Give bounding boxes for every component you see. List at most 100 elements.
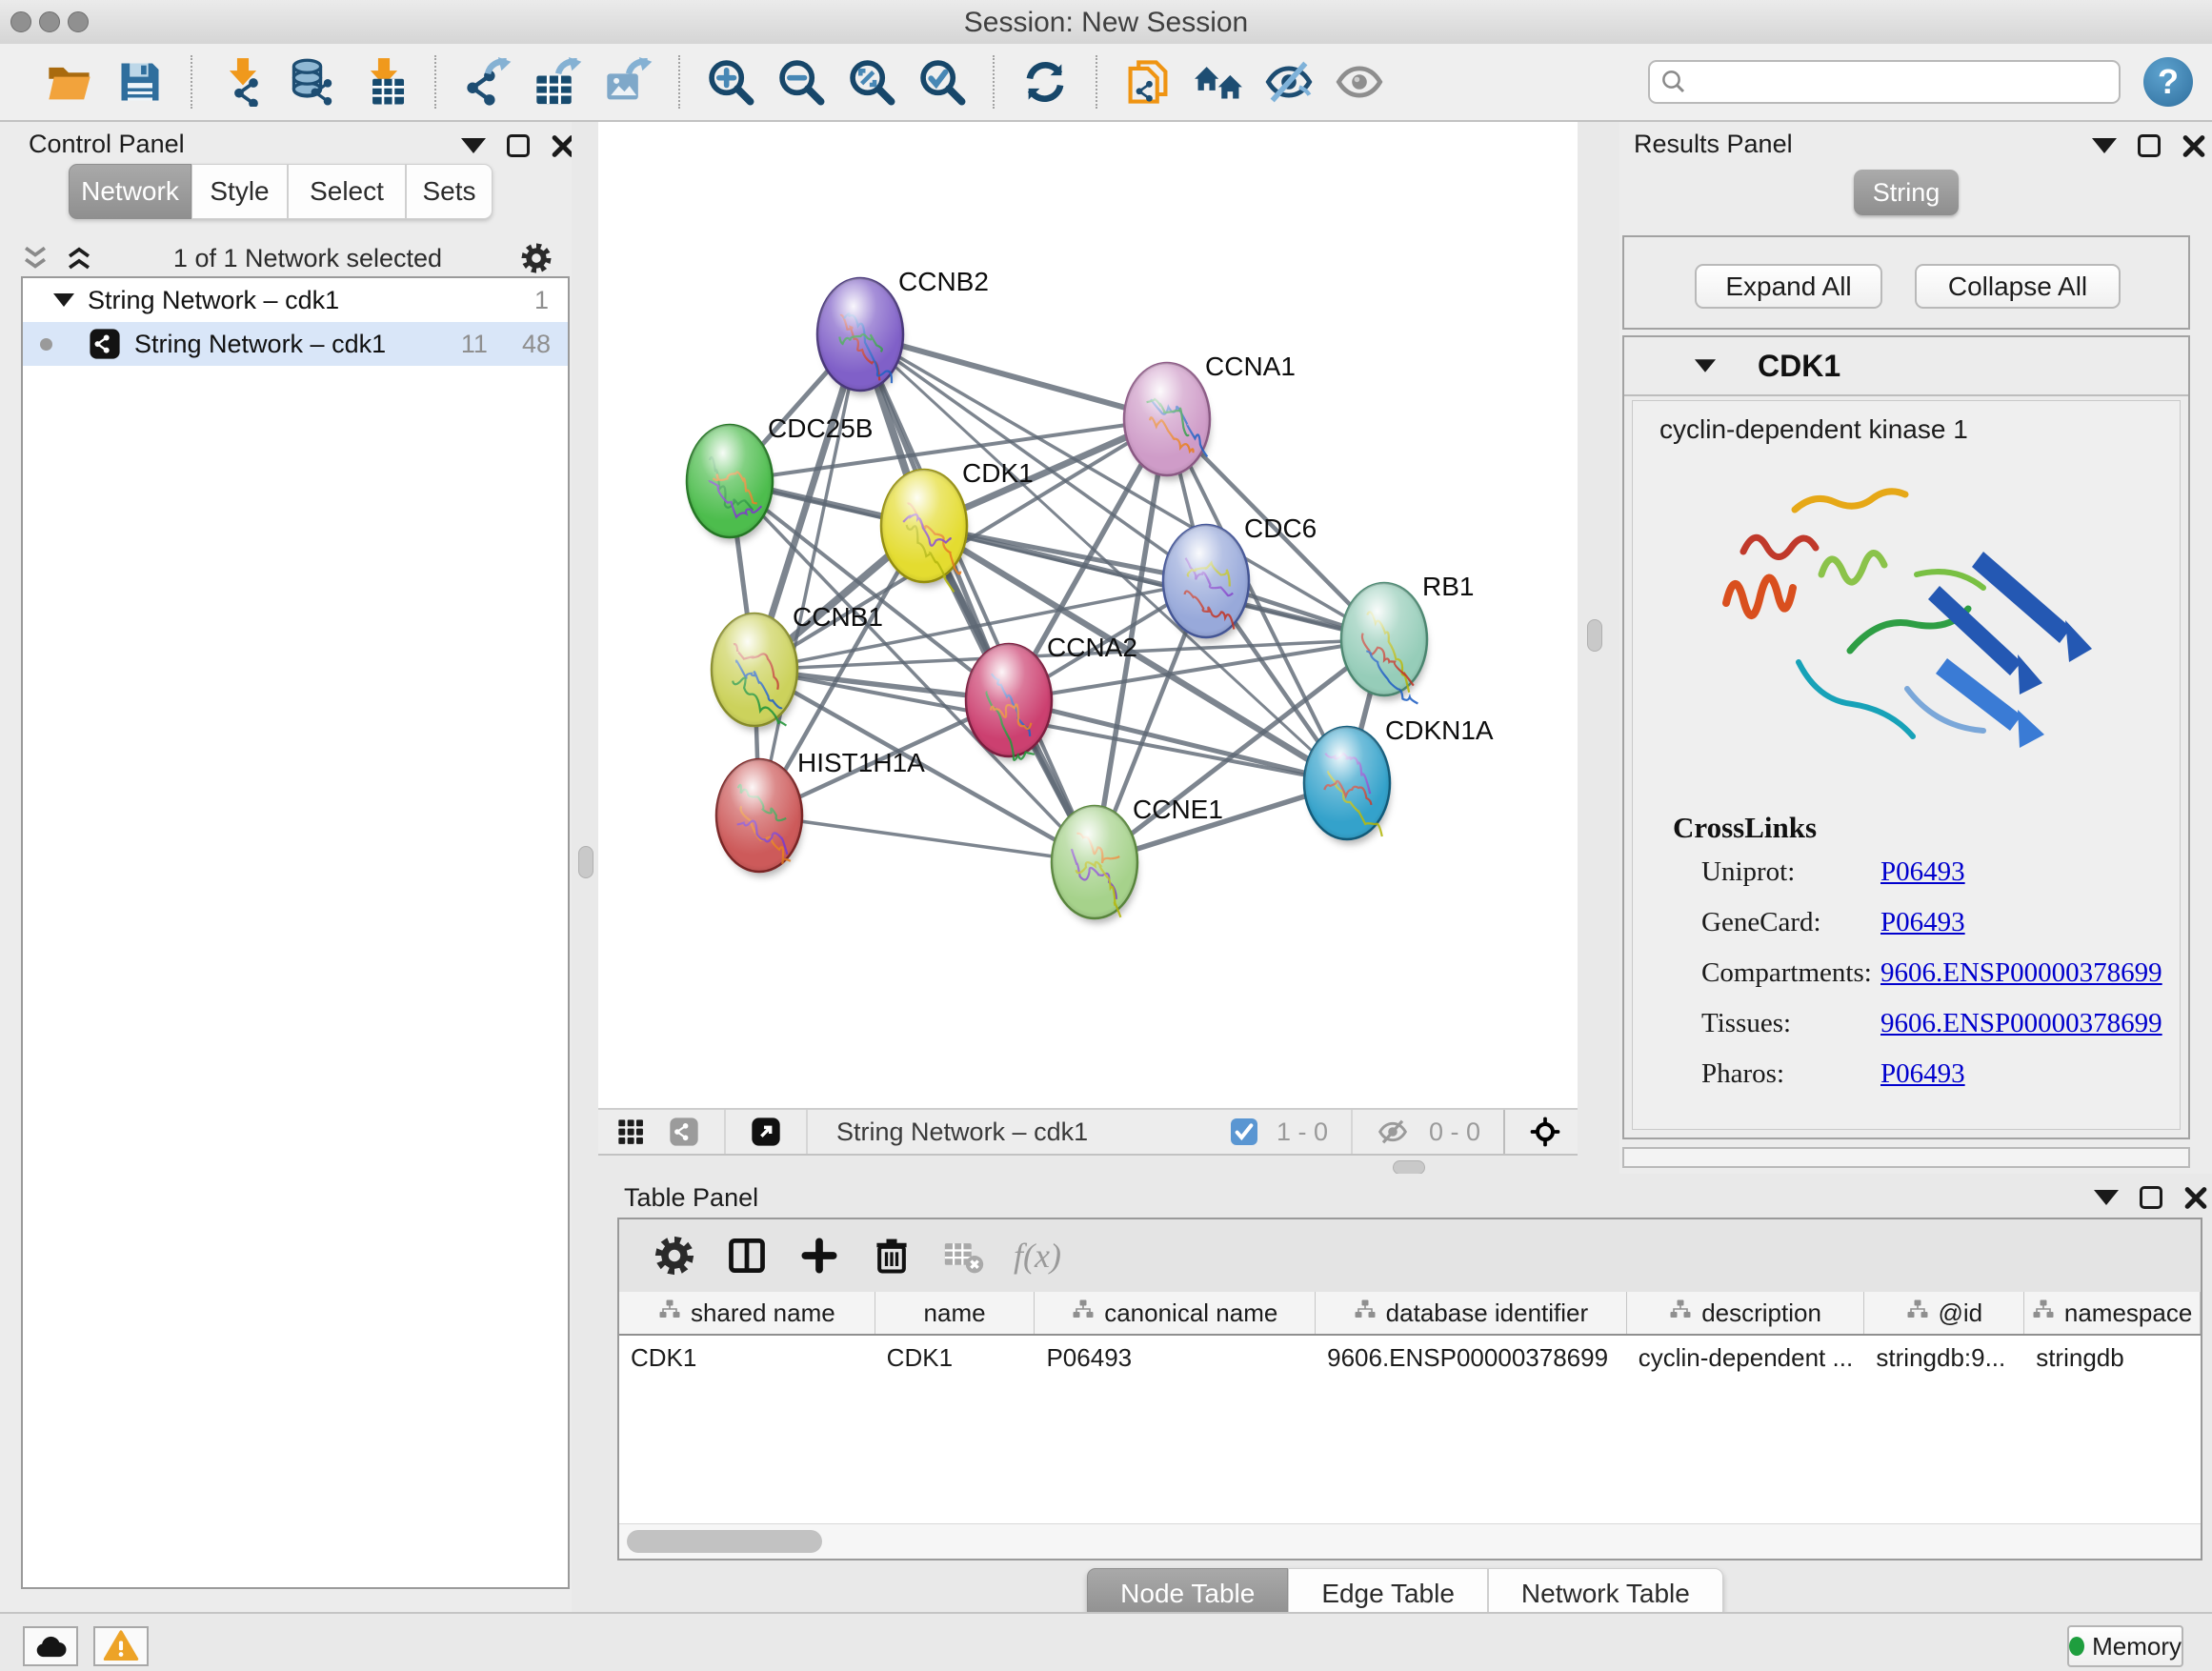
network-view-icon[interactable]	[665, 1113, 703, 1151]
export-table-icon[interactable]	[532, 56, 583, 108]
table-options-gear-icon[interactable]	[650, 1231, 699, 1280]
table-cell[interactable]: CDK1	[875, 1336, 1036, 1379]
column-header-description[interactable]: description	[1627, 1292, 1865, 1334]
search-input[interactable]	[1696, 67, 2109, 98]
collapse-all-networks-icon[interactable]	[19, 242, 51, 274]
table-body[interactable]: CDK1CDK1P064939606.ENSP00000378699cyclin…	[619, 1336, 2201, 1379]
expand-all-button[interactable]: Expand All	[1695, 264, 1882, 309]
crosslink-label: GeneCard:	[1701, 907, 1880, 957]
open-session-icon[interactable]	[44, 56, 95, 108]
network-options-gear-icon[interactable]	[520, 242, 553, 274]
column-header-@id[interactable]: @id	[1864, 1292, 2024, 1334]
warnings-button[interactable]	[93, 1626, 149, 1666]
panel-close-icon[interactable]	[2182, 133, 2206, 158]
tab-string[interactable]: String	[1854, 170, 1959, 215]
crosslink-link[interactable]: P06493	[1880, 907, 1965, 957]
node-CCNB2[interactable]	[817, 278, 903, 395]
node-CDC25B[interactable]	[687, 425, 773, 542]
bottom-splitter-handle[interactable]	[1393, 1160, 1425, 1175]
network-status-dot-icon	[40, 338, 52, 351]
table-cell[interactable]: CDK1	[619, 1336, 875, 1379]
node-CDK1[interactable]	[881, 470, 967, 592]
grid-view-icon[interactable]	[612, 1113, 650, 1151]
import-database-icon[interactable]	[288, 56, 339, 108]
right-splitter-handle[interactable]	[1587, 619, 1602, 652]
table-cell[interactable]: cyclin-dependent ...	[1627, 1336, 1865, 1379]
table-cell[interactable]: stringdb:9...	[1864, 1336, 2024, 1379]
panel-collapse-icon[interactable]	[2094, 1190, 2119, 1205]
column-header-canonical-name[interactable]: canonical name	[1035, 1292, 1316, 1334]
import-table-icon[interactable]	[358, 56, 410, 108]
edge-CCNB2-HIST1H1A[interactable]	[759, 334, 860, 815]
column-header-namespace[interactable]: namespace	[2024, 1292, 2201, 1334]
selected-checkbox[interactable]	[1229, 1113, 1259, 1151]
left-splitter-handle[interactable]	[578, 846, 593, 878]
show-columns-icon[interactable]	[722, 1231, 772, 1280]
panel-float-icon[interactable]	[507, 134, 530, 157]
scrollbar-thumb[interactable]	[627, 1530, 822, 1553]
panel-float-icon[interactable]	[2140, 1186, 2162, 1209]
detach-view-button[interactable]	[747, 1113, 785, 1151]
node-table[interactable]: shared namenamecanonical namedatabase id…	[619, 1292, 2201, 1524]
hide-panels-icon[interactable]	[1263, 56, 1315, 108]
table-row[interactable]: CDK1CDK1P064939606.ENSP00000378699cyclin…	[619, 1336, 2201, 1379]
node-CCNE1[interactable]	[1052, 806, 1137, 923]
column-header-name[interactable]: name	[875, 1292, 1036, 1334]
tree-expander-icon[interactable]	[53, 293, 74, 307]
tab-network[interactable]: Network	[69, 164, 191, 219]
zoom-out-icon[interactable]	[775, 56, 827, 108]
zoom-fit-icon[interactable]	[846, 56, 897, 108]
home-layout-icon[interactable]	[1193, 56, 1244, 108]
memory-button[interactable]: Memory	[2067, 1625, 2183, 1667]
crosslink-link[interactable]: 9606.ENSP00000378699	[1880, 1008, 2162, 1058]
crosslink-link[interactable]: 9606.ENSP00000378699	[1880, 957, 2162, 1008]
column-header-shared-name[interactable]: shared name	[619, 1292, 875, 1334]
network-row[interactable]: String Network – cdk1 11 48	[23, 322, 568, 366]
edge-CCNB2-CCNE1[interactable]	[860, 334, 1095, 862]
panel-close-icon[interactable]	[2183, 1185, 2208, 1210]
panel-collapse-icon[interactable]	[461, 138, 486, 153]
node-RB1[interactable]	[1341, 583, 1427, 704]
save-session-icon[interactable]	[114, 56, 166, 108]
network-collection-row[interactable]: String Network – cdk1 1	[23, 278, 568, 322]
node-CDKN1A[interactable]	[1304, 727, 1390, 844]
table-horizontal-scrollbar[interactable]	[619, 1523, 2201, 1559]
table-cell[interactable]: 9606.ENSP00000378699	[1316, 1336, 1627, 1379]
column-header-database-identifier[interactable]: database identifier	[1316, 1292, 1627, 1334]
panel-float-icon[interactable]	[2138, 134, 2161, 157]
tab-sets[interactable]: Sets	[406, 164, 493, 219]
tab-select[interactable]: Select	[288, 164, 406, 219]
refresh-view-icon[interactable]	[1019, 56, 1071, 108]
entry-expander-icon[interactable]	[1695, 359, 1716, 372]
delete-column-icon[interactable]	[867, 1231, 916, 1280]
import-network-icon[interactable]	[217, 56, 269, 108]
zoom-in-icon[interactable]	[705, 56, 756, 108]
add-column-icon[interactable]	[794, 1231, 844, 1280]
search-box[interactable]	[1648, 60, 2121, 104]
edge-HIST1H1A-CCNE1[interactable]	[759, 815, 1095, 862]
export-network-icon[interactable]	[461, 56, 513, 108]
node-HIST1H1A[interactable]	[716, 759, 802, 876]
node-CCNB1[interactable]	[712, 614, 797, 731]
table-header-row[interactable]: shared namenamecanonical namedatabase id…	[619, 1292, 2201, 1336]
expand-all-networks-icon[interactable]	[63, 242, 95, 274]
show-panels-icon[interactable]	[1334, 56, 1385, 108]
clone-network-icon[interactable]	[1122, 56, 1174, 108]
help-button[interactable]: ?	[2143, 57, 2193, 107]
collapse-all-button[interactable]: Collapse All	[1915, 264, 2121, 309]
panel-collapse-icon[interactable]	[2092, 138, 2117, 153]
table-cell[interactable]: P06493	[1035, 1336, 1316, 1379]
results-scroll-strip[interactable]	[1622, 1147, 2190, 1168]
crosslink-link[interactable]: P06493	[1880, 1058, 1965, 1109]
fit-selection-crosshair-icon[interactable]	[1526, 1113, 1564, 1151]
table-cell[interactable]: stringdb	[2024, 1336, 2201, 1379]
zoom-selected-icon[interactable]	[916, 56, 968, 108]
tab-style[interactable]: Style	[191, 164, 288, 219]
export-image-icon[interactable]	[602, 56, 654, 108]
gene-entry-header[interactable]: CDK1	[1624, 337, 2188, 396]
node-CCNA1[interactable]	[1124, 363, 1210, 480]
cloud-services-button[interactable]	[23, 1626, 78, 1666]
crosslink-link[interactable]: P06493	[1880, 856, 1965, 907]
network-nodes[interactable]: CCNB2CCNA1CDC25BCDK1CDC6RB1CCNB1CCNA2HIS…	[687, 267, 1494, 923]
network-canvas[interactable]: CCNB2CCNA1CDC25BCDK1CDC6RB1CCNB1CCNA2HIS…	[598, 122, 1578, 1108]
